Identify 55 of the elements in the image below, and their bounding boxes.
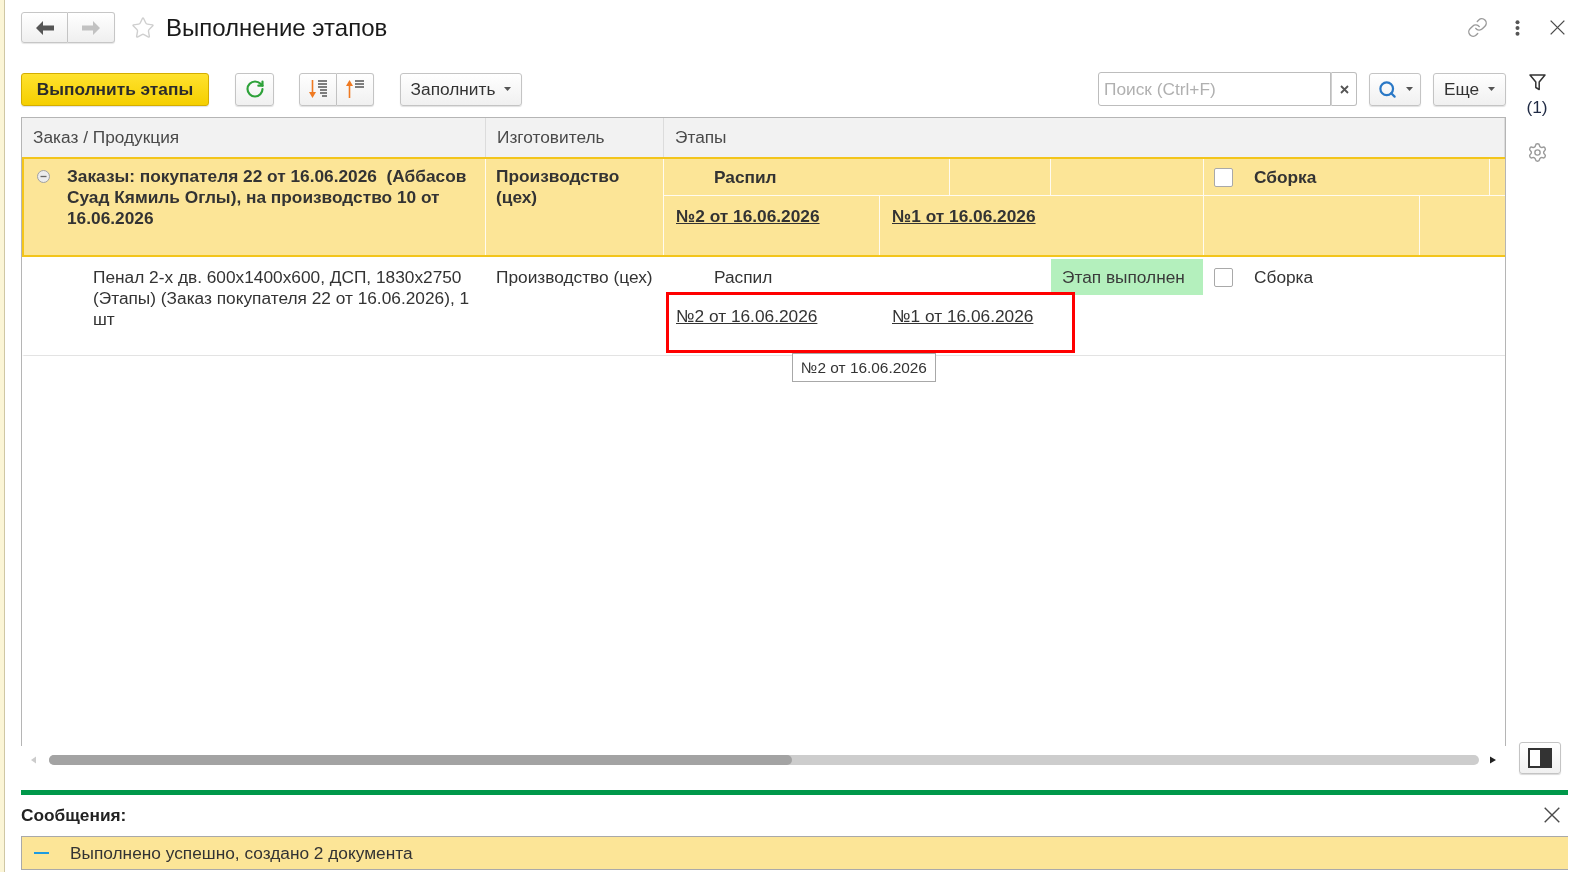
fill-button[interactable]: Заполнить [400,72,522,106]
search-field[interactable]: Поиск (Ctrl+F) [1098,72,1331,106]
search-icon [1377,79,1397,99]
messages-title: Сообщения: [21,804,127,826]
manufacturer-name: Производство (цех) [496,267,653,287]
sort-descending-icon [308,79,328,99]
collapse-icon[interactable] [37,170,50,183]
close-button[interactable] [1550,20,1565,35]
clear-search-button[interactable] [1331,72,1357,106]
right-arrow-icon [82,20,100,35]
panel-toggle-button[interactable] [1519,742,1561,774]
left-arrow-icon [35,20,54,35]
settings-icon[interactable] [1526,142,1548,163]
document-link[interactable]: №1 от 16.06.2026 [892,306,1034,326]
order-title: Заказы: покупателя 22 от 16.06.2026 (Аббасов Суад Кямиль Оглы), на производство 10 от 16.06.2026 [67,166,468,229]
more-options-icon [1515,19,1520,36]
stage-name: Сборка [1254,166,1317,188]
table-row[interactable]: Заказы: покупателя 22 от 16.06.2026 (Аббасов Суад Кямиль Оглы), на производство 10 от 16.06.2026 Производство (цех) Распил №2 от 16.06.2026 №1 от 16.06.2026 Сборка [22,157,1505,257]
sort-ascending-button[interactable] [337,72,374,106]
stage-name: Распил [714,166,777,188]
product-title: Пенал 2-х дв. 600x1400x600, ДСП, 1830x2750 (Этапы) (Заказ покупателя 22 от 16.06.2026), 1 шт [93,267,471,330]
star-icon[interactable] [131,15,155,40]
close-messages-button[interactable] [1544,807,1560,823]
message-dash-icon [34,852,49,854]
caret-icon [504,87,512,91]
refresh-button[interactable] [235,72,274,106]
window-title: Выполнение этапов [166,13,388,42]
link-button[interactable] [1467,17,1488,38]
execute-stages-button[interactable]: Выполнить этапы [21,72,209,106]
message-text: Выполнено успешно, создано 2 документа [70,842,413,864]
more-button[interactable]: Еще [1433,72,1506,106]
close-icon [1550,20,1565,35]
refresh-icon [244,79,265,99]
more-options-button[interactable] [1515,19,1520,36]
clear-icon [1339,84,1349,94]
stage-status: Этап выполнен [1051,259,1203,295]
caret-icon [1488,87,1496,91]
checkbox[interactable] [1214,167,1233,187]
close-icon [1544,807,1560,823]
filter-count: (1) [1526,97,1548,118]
document-link[interactable]: №2 от 16.06.2026 [676,206,820,226]
sort-ascending-icon [345,79,365,99]
manufacturer-name: Производство (цех) [496,166,621,207]
sort-descending-button[interactable] [299,72,337,106]
document-link[interactable]: №1 от 16.06.2026 [892,206,1036,226]
stage-name: Сборка [1254,266,1314,288]
document-link[interactable]: №2 от 16.06.2026 [676,306,818,326]
link-icon [1467,17,1488,38]
stage-name: Распил [714,266,773,288]
checkbox[interactable] [1214,267,1233,287]
caret-icon [1405,87,1413,91]
side-panel-icon [1528,748,1552,768]
filter-icon[interactable] [1528,74,1546,91]
search-button[interactable] [1369,72,1421,106]
back-button[interactable] [21,12,68,43]
